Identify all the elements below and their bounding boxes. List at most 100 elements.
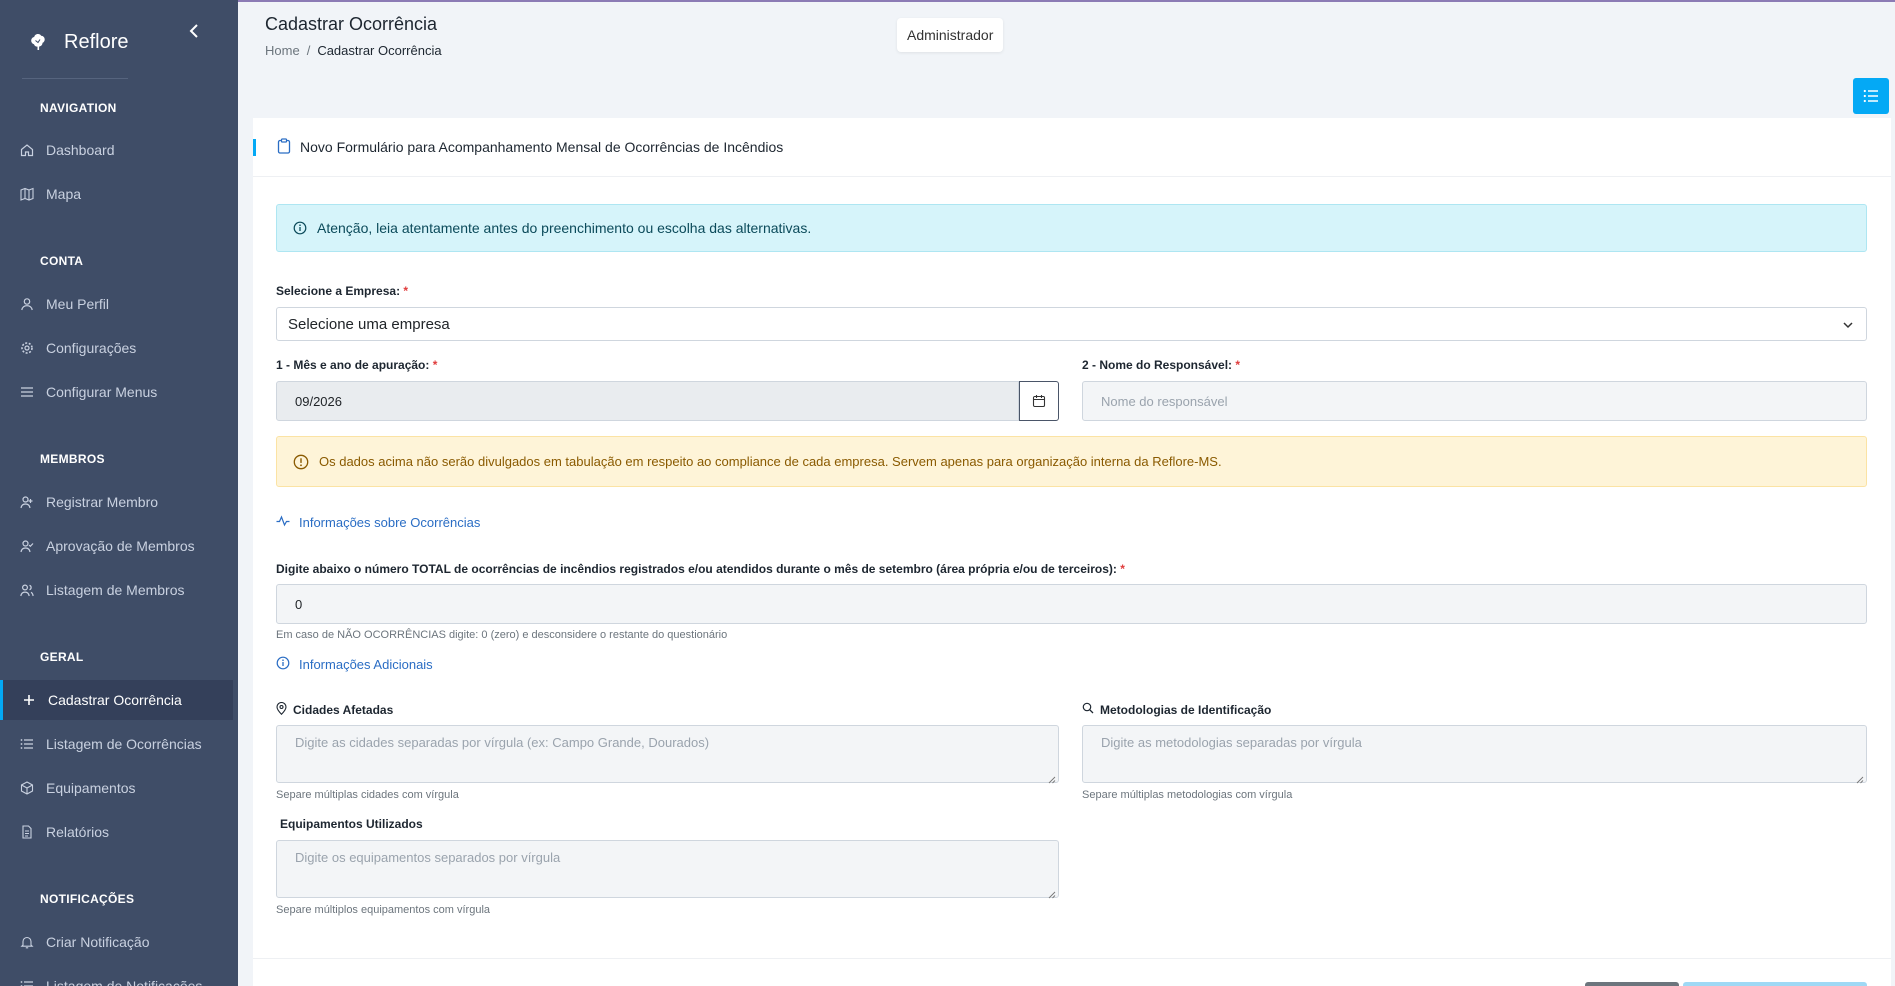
equipamentos-help-text: Separe múltiplos equipamentos com vírgul…: [276, 904, 491, 916]
sidebar-item-configurar-menus[interactable]: Configurar Menus: [0, 372, 233, 412]
brand[interactable]: Reflore: [26, 30, 128, 54]
sidebar-item-label: Cadastrar Ocorrência: [48, 692, 182, 708]
cidades-label-text: Cidades Afetadas: [293, 703, 394, 717]
card-header: Novo Formulário para Acompanhamento Mens…: [253, 118, 1891, 177]
nav-section-notificacoes: NOTIFICAÇÕES: [40, 892, 135, 906]
sidebar-item-label: Registrar Membro: [46, 494, 159, 510]
chevron-left-icon[interactable]: [184, 20, 204, 42]
empresa-select-value: Selecione uma empresa: [288, 315, 450, 333]
map-pin-icon: [276, 701, 287, 718]
menu-icon: [20, 385, 34, 399]
sidebar-item-mapa[interactable]: Mapa: [0, 174, 233, 214]
breadcrumb-current: Cadastrar Ocorrência: [317, 43, 442, 58]
plus-icon: [22, 693, 36, 707]
sidebar-item-registrar-membro[interactable]: Registrar Membro: [0, 482, 233, 522]
cidades-help-text: Separe múltiplas cidades com vírgula: [276, 789, 459, 801]
equipamentos-label-text: Equipamentos Utilizados: [280, 817, 423, 831]
tree-icon: [26, 30, 50, 54]
responsavel-input[interactable]: Nome do responsável: [1082, 381, 1867, 421]
empresa-select[interactable]: Selecione uma empresa: [276, 307, 1867, 341]
resize-grip-icon[interactable]: [1048, 772, 1056, 784]
users-icon: [20, 583, 34, 597]
sidebar-item-meu-perfil[interactable]: Meu Perfil: [0, 284, 233, 324]
empresa-label-text: Selecione a Empresa:: [276, 284, 401, 298]
required-mark: *: [1235, 358, 1241, 372]
submit-button[interactable]: [1683, 982, 1867, 986]
sidebar-item-cadastrar-ocorrencia[interactable]: Cadastrar Ocorrência: [0, 680, 233, 720]
required-mark: *: [432, 358, 438, 372]
card-header-accent: [253, 139, 256, 156]
sidebar-item-label: Meu Perfil: [46, 296, 110, 312]
required-mark: *: [403, 284, 409, 298]
warning-alert-text: Os dados acima não serão divulgados em t…: [319, 454, 1222, 469]
sidebar-item-label: Listagem de Notificações: [46, 978, 203, 986]
total-ocorrencias-input[interactable]: 0: [276, 584, 1867, 624]
activity-icon: [276, 515, 290, 530]
sidebar-item-label: Listagem de Ocorrências: [46, 736, 202, 752]
breadcrumb-home[interactable]: Home: [265, 43, 300, 58]
card-footer-divider: [253, 958, 1891, 959]
info-icon: [276, 656, 290, 673]
resize-grip-icon[interactable]: [1856, 772, 1864, 784]
info-icon: [293, 221, 307, 235]
user-menu[interactable]: Administrador: [897, 18, 1004, 52]
list-icon: [20, 979, 34, 986]
brand-name: Reflore: [64, 30, 129, 53]
sidebar-item-label: Equipamentos: [46, 780, 136, 796]
cidades-textarea[interactable]: Digite as cidades separadas por vírgula …: [276, 725, 1059, 784]
search-icon: [1082, 702, 1094, 717]
sidebar-item-relatorios[interactable]: Relatórios: [0, 812, 233, 852]
resize-grip-icon[interactable]: [1048, 887, 1056, 899]
form-card: Novo Formulário para Acompanhamento Mens…: [253, 118, 1891, 986]
card-title: Novo Formulário para Acompanhamento Mens…: [300, 139, 784, 155]
equipamentos-placeholder: Digite os equipamentos separados por vír…: [295, 850, 561, 865]
sidebar-item-listagem-de-ocorrencias[interactable]: Listagem de Ocorrências: [0, 724, 233, 764]
sidebar-item-label: Aprovação de Membros: [46, 538, 195, 554]
sidebar-item-configuracoes[interactable]: Configurações: [0, 328, 233, 368]
sidebar-item-listagem-de-notificacoes[interactable]: Listagem de Notificações: [0, 966, 233, 986]
section-ocorrencias-label: Informações sobre Ocorrências: [299, 515, 481, 530]
sidebar-item-listagem-de-membros[interactable]: Listagem de Membros: [0, 570, 233, 610]
metodologias-label-text: Metodologias de Identificação: [1100, 702, 1272, 717]
equipamentos-textarea[interactable]: Digite os equipamentos separados por vír…: [276, 840, 1059, 899]
sidebar-item-label: Configurações: [46, 340, 137, 356]
metodologias-label: Metodologias de Identificação: [1082, 702, 1271, 717]
sidebar-item-criar-notificacao[interactable]: Criar Notificação: [0, 922, 233, 962]
user-check-icon: [20, 539, 34, 553]
info-alert-text: Atenção, leia atentamente antes do preen…: [317, 220, 812, 236]
breadcrumb: Home / Cadastrar Ocorrência: [265, 43, 442, 58]
alert-circle-icon: [293, 454, 309, 470]
empresa-label: Selecione a Empresa: *: [276, 284, 408, 298]
cidades-placeholder: Digite as cidades separadas por vírgula …: [295, 735, 710, 750]
required-mark: *: [1120, 562, 1125, 576]
section-ocorrencias[interactable]: Informações sobre Ocorrências: [276, 515, 480, 530]
sidebar-item-label: Mapa: [46, 186, 82, 202]
mes-ano-label: 1 - Mês e ano de apuração: *: [276, 358, 437, 372]
box-icon: [20, 781, 34, 795]
sidebar-item-label: Criar Notificação: [46, 934, 150, 950]
sidebar-item-aprovacao-de-membros[interactable]: Aprovação de Membros: [0, 526, 233, 566]
nav-section-geral: GERAL: [40, 650, 84, 664]
total-help-text: Em caso de NÃO OCORRÊNCIAS digite: 0 (ze…: [276, 629, 728, 641]
gear-icon: [20, 341, 34, 355]
brand-divider: [22, 78, 128, 79]
file-text-icon: [20, 825, 34, 839]
info-alert: Atenção, leia atentamente antes do preen…: [276, 204, 1867, 252]
mes-ano-label-text: 1 - Mês e ano de apuração:: [276, 358, 430, 372]
metodologias-help-text: Separe múltiplas metodologias com vírgul…: [1082, 789, 1293, 801]
responsavel-label: 2 - Nome do Responsável: *: [1082, 358, 1240, 372]
user-plus-icon: [20, 495, 34, 509]
cidades-label: Cidades Afetadas: [276, 701, 394, 718]
mes-ano-input[interactable]: 09/2026: [276, 381, 1019, 421]
sidebar-item-dashboard[interactable]: Dashboard: [0, 130, 233, 170]
cancel-button[interactable]: [1585, 982, 1679, 986]
nav-section-conta: CONTA: [40, 254, 84, 268]
calendar-icon[interactable]: [1019, 381, 1059, 421]
total-label: Digite abaixo o número TOTAL de ocorrênc…: [276, 562, 1125, 576]
section-adicionais[interactable]: Informações Adicionais: [276, 656, 433, 673]
list-menu-icon[interactable]: [1853, 78, 1889, 114]
nav-section-navigation: NAVIGATION: [40, 101, 117, 115]
sidebar-item-equipamentos[interactable]: Equipamentos: [0, 768, 233, 808]
sidebar-item-label: Relatórios: [46, 824, 110, 840]
metodologias-textarea[interactable]: Digite as metodologias separadas por vír…: [1082, 725, 1867, 784]
